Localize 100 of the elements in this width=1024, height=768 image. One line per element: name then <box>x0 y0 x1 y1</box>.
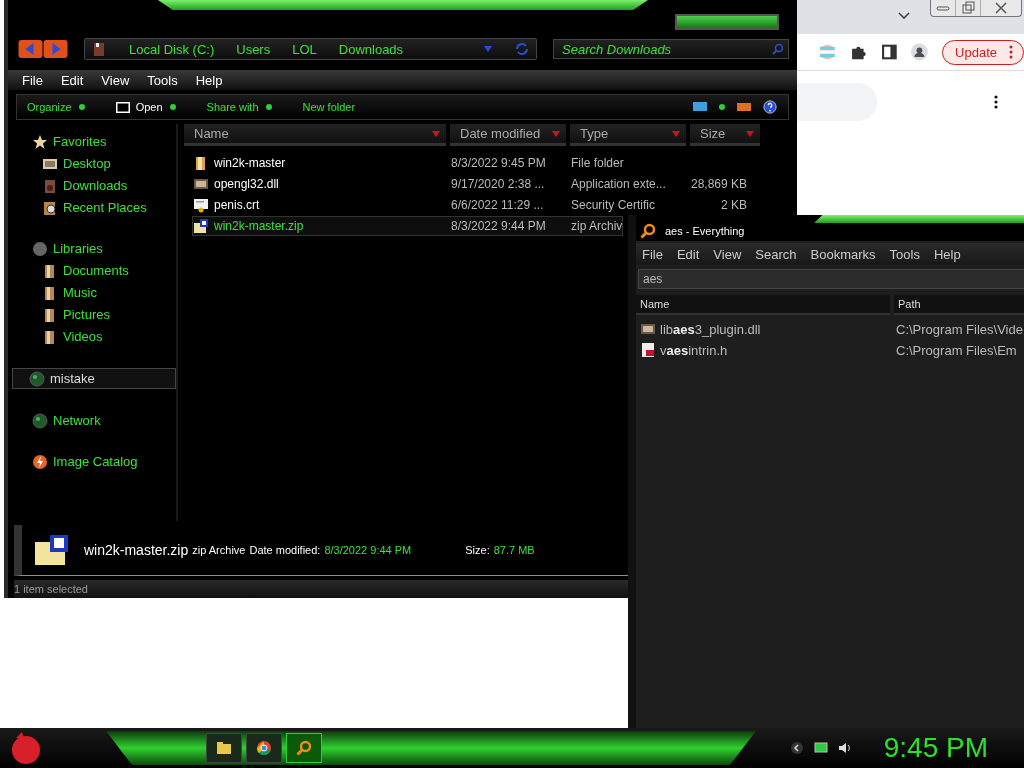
size-value: 87.7 MB <box>493 544 535 556</box>
chevron-icon[interactable] <box>789 741 804 755</box>
profile-icon[interactable] <box>911 43 929 61</box>
column-header[interactable]: Date modified <box>450 124 566 146</box>
sidebar-item[interactable]: Image Catalog <box>16 452 176 471</box>
menu-item[interactable]: Help <box>195 72 223 88</box>
more-icon[interactable] <box>994 95 998 109</box>
breadcrumb-item[interactable]: Downloads <box>338 41 404 57</box>
sidebar-item[interactable]: Favorites <box>16 132 176 151</box>
sidebar-item[interactable]: Desktop <box>16 154 176 173</box>
date-cell-text: 6/6/2022 11:29 ... <box>451 198 545 212</box>
file-name: opengl32.dll <box>214 177 279 191</box>
sidebar-item[interactable]: Libraries <box>16 239 176 258</box>
side-panel-icon[interactable] <box>880 43 898 61</box>
menu-item[interactable]: Tools <box>889 246 920 262</box>
window-title: aes - Everything <box>665 225 745 237</box>
path-cell: C:\Program Files\Em <box>896 342 1017 358</box>
file-name[interactable]: vaesintrin.h <box>660 342 728 358</box>
menu-item[interactable]: View <box>101 72 130 88</box>
menu-item[interactable]: Edit <box>676 246 700 262</box>
sidebar-item[interactable]: Recent Places <box>16 198 176 217</box>
sort-arrow-icon <box>672 130 680 137</box>
magnifier-icon <box>640 223 656 239</box>
dot-icon <box>77 103 86 111</box>
downloads-icon <box>42 177 58 194</box>
column-header[interactable]: Name <box>636 295 890 315</box>
file-row[interactable]: win2k-master.zip 8/3/2022 9:44 PM zip Archiv <box>192 216 624 236</box>
file-name[interactable]: libaes3_plugin.dll <box>660 321 761 337</box>
star-icon <box>32 133 48 150</box>
magnifier-icon <box>296 740 312 756</box>
menu-item[interactable]: Tools <box>147 72 178 88</box>
sidebar-item[interactable]: Documents <box>16 261 176 280</box>
menu-item[interactable]: File <box>22 72 43 88</box>
search-icon <box>772 43 784 55</box>
view-icon[interactable] <box>692 100 708 114</box>
date-cell-text: 8/3/2022 9:44 PM <box>451 219 547 233</box>
size-cell-text: 28,869 KB <box>689 177 747 191</box>
sidebar-item[interactable]: Network <box>16 411 176 430</box>
dll-file-icon <box>640 321 656 337</box>
back-button[interactable] <box>18 40 43 58</box>
menu-item[interactable]: Search <box>755 246 797 262</box>
sidebar-item[interactable]: Downloads <box>16 176 176 195</box>
clock[interactable]: 9:45 PM <box>883 732 988 764</box>
menu-item[interactable]: Edit <box>60 72 84 88</box>
preview-pane-icon[interactable] <box>736 100 752 114</box>
taskbar-button[interactable] <box>286 733 322 763</box>
update-button[interactable]: Update <box>942 39 1024 65</box>
globe-icon <box>29 370 45 387</box>
file-row[interactable]: win2k-master 8/3/2022 9:45 PM File folder <box>192 153 625 173</box>
lightning-icon <box>32 453 48 470</box>
toolbar-button[interactable]: New folder <box>302 101 356 113</box>
toolbar-button[interactable]: Organize <box>27 101 86 113</box>
sidebar-item[interactable]: mistake <box>12 368 176 389</box>
chevron-down-icon[interactable] <box>898 12 910 20</box>
size-cell-text: 2 KB <box>720 198 747 212</box>
status-text: 1 item selected <box>14 583 88 595</box>
sidebar-item[interactable]: Music <box>16 283 176 302</box>
date-cell-text: 9/17/2020 2:38 ... <box>451 177 546 191</box>
dropdown-icon[interactable] <box>484 46 492 52</box>
drive-icon <box>91 41 107 57</box>
column-header[interactable]: Path <box>894 295 1024 315</box>
toolbar-button[interactable]: Open <box>115 101 177 113</box>
search-field[interactable]: Search Downloads <box>553 39 789 59</box>
date-cell-text: 8/3/2022 9:45 PM <box>451 156 547 170</box>
taskbar-button[interactable] <box>246 733 282 763</box>
sidebar-item[interactable]: Pictures <box>16 305 176 324</box>
dot-icon[interactable] <box>718 103 726 111</box>
dll-file-icon <box>193 176 209 192</box>
menu-item[interactable]: Bookmarks <box>810 246 876 262</box>
help-icon[interactable] <box>762 100 778 114</box>
file-row[interactable]: opengl32.dll 9/17/2020 2:38 ... Application exte... 28,869 KB <box>192 174 748 194</box>
dot-icon <box>168 103 177 111</box>
breadcrumb-item[interactable]: Users <box>236 41 271 57</box>
search-field[interactable]: aes <box>638 269 1024 289</box>
menu-item[interactable]: Help <box>933 246 961 262</box>
type-cell-text: Security Certific <box>571 198 657 212</box>
monitor-icon[interactable] <box>813 741 828 755</box>
browser-icon <box>256 740 272 756</box>
forward-button[interactable] <box>43 40 68 58</box>
column-header[interactable]: Size <box>690 124 760 146</box>
file-type: zip Archive <box>192 544 246 556</box>
recent-places-icon <box>42 199 58 216</box>
sidebar-item[interactable]: Videos <box>16 327 176 346</box>
window-controls[interactable] <box>675 14 779 30</box>
refresh-icon[interactable] <box>514 41 530 57</box>
zip-file-icon <box>193 218 209 234</box>
address-bar[interactable]: Local Disk (C:) Users LOL Downloads <box>84 38 537 60</box>
menu-item[interactable]: View <box>713 246 742 262</box>
libraries-icon <box>32 240 48 257</box>
breadcrumb-item[interactable]: LOL <box>292 41 317 57</box>
toolbar-button[interactable]: Share with <box>206 101 273 113</box>
file-row[interactable]: penis.crt 6/6/2022 11:29 ... Security Certific 2 KB <box>192 195 748 215</box>
column-header[interactable]: Type <box>570 124 686 146</box>
sort-arrow-icon <box>552 130 560 137</box>
breadcrumb-item[interactable]: Local Disk (C:) <box>129 41 215 57</box>
menu-item[interactable]: File <box>642 246 663 262</box>
speaker-icon[interactable] <box>837 741 852 755</box>
column-header[interactable]: Name <box>184 124 446 146</box>
taskbar-button[interactable] <box>206 733 242 763</box>
kebab-icon <box>1009 45 1013 59</box>
